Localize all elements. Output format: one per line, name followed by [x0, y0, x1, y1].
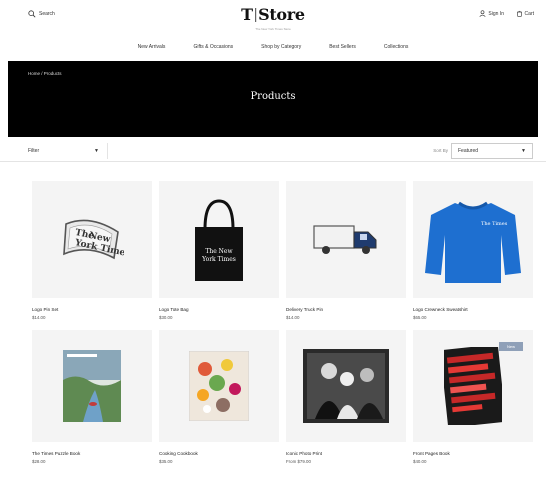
filter-dropdown[interactable]: Filter ▼ — [24, 143, 108, 159]
product-image[interactable] — [32, 330, 152, 442]
product-card[interactable]: Cooking Cookbook $35.00 — [159, 330, 279, 464]
nav-item-gifts[interactable]: Gifts & Occasions — [179, 44, 247, 56]
product-card[interactable]: The New York Times Logo Tote Bag $30.00 — [159, 181, 279, 320]
product-name[interactable]: Logo Tote Bag — [159, 307, 279, 312]
product-card[interactable]: New Front Pages Book $40.00 — [413, 330, 533, 464]
chevron-down-icon: ▼ — [521, 148, 526, 154]
product-price: $28.00 — [32, 459, 46, 464]
product-price: $40.00 — [413, 459, 427, 464]
product-name[interactable]: Cooking Cookbook — [159, 451, 279, 456]
product-image[interactable]: The Times — [413, 181, 533, 298]
search-button[interactable]: Search — [28, 10, 55, 18]
product-image[interactable] — [159, 330, 279, 442]
product-name[interactable]: The Times Puzzle Book — [32, 451, 152, 456]
store-logo[interactable]: T Store — [241, 7, 305, 23]
product-grid: The New York Times Logo Pin Set $14.00 T… — [32, 181, 534, 464]
product-price: $35.00 — [159, 459, 173, 464]
photo-icon — [303, 349, 389, 423]
account-button[interactable]: Sign In — [479, 10, 504, 17]
cart-icon — [516, 10, 522, 17]
nav-item-new-arrivals[interactable]: New Arrivals — [124, 44, 180, 56]
pin-icon: The New York Times — [63, 219, 124, 259]
main-nav: New Arrivals Gifts & Occasions Shop by C… — [0, 44, 546, 56]
cart-button[interactable]: Cart — [516, 10, 534, 17]
product-name[interactable]: Delivery Truck Pin — [286, 307, 406, 312]
svg-text:The Times: The Times — [481, 221, 508, 227]
nav-item-best-sellers[interactable]: Best Sellers — [315, 44, 370, 56]
breadcrumb[interactable]: Home / Products — [28, 71, 62, 76]
filter-label: Filter — [28, 148, 40, 154]
search-icon — [28, 10, 36, 18]
svg-text:York Times: York Times — [201, 256, 236, 263]
hero-banner: Home / Products Products — [8, 61, 538, 137]
page-title: Products — [250, 91, 296, 102]
nav-item-collections[interactable]: Collections — [370, 44, 422, 56]
product-name[interactable]: Logo Pin Set — [32, 307, 152, 312]
product-image[interactable]: New — [413, 330, 533, 442]
brand-name: Store — [258, 5, 305, 24]
product-image[interactable] — [286, 330, 406, 442]
product-name[interactable]: Iconic Photo Print — [286, 451, 406, 456]
product-price: $14.00 — [286, 315, 300, 320]
brand-mark: T — [241, 5, 254, 24]
product-card[interactable]: The New York Times Logo Pin Set $14.00 — [32, 181, 152, 320]
book-icon — [444, 347, 502, 425]
cart-label: Cart — [524, 10, 534, 17]
sort-value: Featured — [458, 148, 479, 154]
truck-icon — [313, 224, 377, 254]
site-header: Search T Store The New York Times Store … — [0, 0, 546, 38]
book-icon — [63, 350, 121, 422]
nav-item-shop-by-category[interactable]: Shop by Category — [247, 44, 315, 56]
product-card[interactable]: Iconic Photo Print From $79.00 — [286, 330, 406, 464]
user-icon — [479, 10, 486, 17]
product-name[interactable]: Logo Crewneck Sweatshirt — [413, 307, 533, 312]
product-price: $14.00 — [32, 315, 46, 320]
product-image[interactable]: The New York Times — [159, 181, 279, 298]
product-price: $30.00 — [159, 315, 173, 320]
new-badge: New — [498, 342, 523, 351]
account-label: Sign In — [488, 10, 504, 17]
brand-divider — [255, 8, 257, 22]
product-name[interactable]: Front Pages Book — [413, 451, 533, 456]
search-label: Search — [39, 11, 55, 17]
filter-bar: Filter ▼ Sort By Featured ▼ — [0, 140, 546, 162]
chevron-down-icon: ▼ — [94, 148, 99, 154]
product-image[interactable] — [286, 181, 406, 298]
product-price: From $79.00 — [286, 459, 311, 464]
sort-dropdown[interactable]: Featured ▼ — [451, 143, 533, 159]
svg-text:The New: The New — [205, 248, 233, 255]
product-card[interactable]: The Times Logo Crewneck Sweatshirt $65.0… — [413, 181, 533, 320]
sweatshirt-icon: The Times — [425, 201, 521, 283]
cookbook-icon — [189, 351, 249, 421]
product-image[interactable]: The New York Times — [32, 181, 152, 298]
sort-by-label: Sort By — [433, 148, 448, 153]
product-price: $65.00 — [413, 315, 427, 320]
brand-tagline: The New York Times Store — [255, 27, 291, 31]
product-card[interactable]: The Times Puzzle Book $28.00 — [32, 330, 152, 464]
tote-bag-icon: The New York Times — [195, 198, 243, 281]
product-card[interactable]: Delivery Truck Pin $14.00 — [286, 181, 406, 320]
